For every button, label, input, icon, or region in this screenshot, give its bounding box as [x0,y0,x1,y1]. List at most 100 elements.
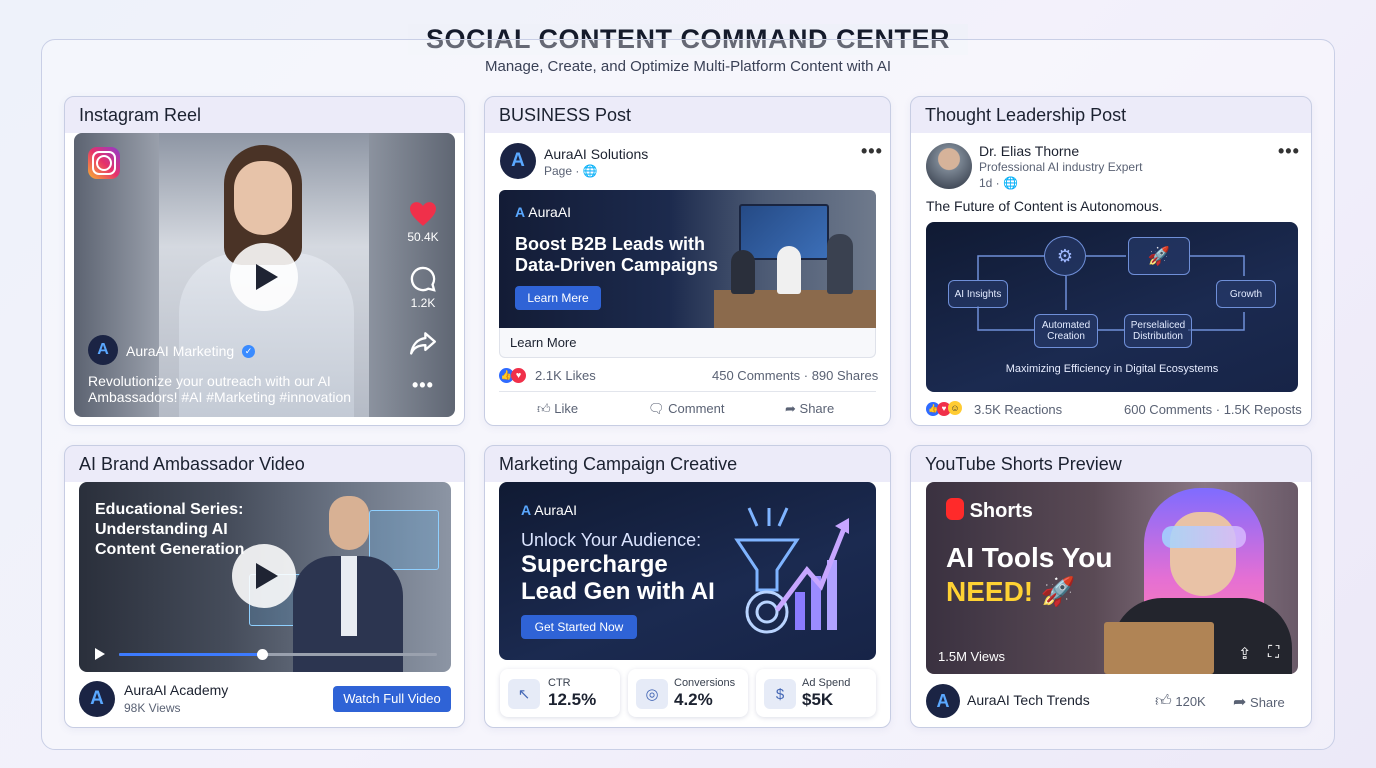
stat-label: CTR [548,677,571,689]
share-icon: ➦ [785,401,796,416]
stat-value: 4.2% [674,690,713,709]
workflow-diagram[interactable]: AI Insights ⚙ 🚀 Automated Creation Persel… [926,222,1298,392]
comment-icon: 🗨 [648,401,665,416]
presenter-face [329,496,369,550]
progress-fill [119,653,263,656]
ambassador-face [234,161,292,235]
presenter-shirt [341,556,357,636]
channel-name[interactable]: AuraAI Academy [124,682,228,698]
campaign-creative-card: Marketing Campaign Creative A AuraAI Unl… [484,445,891,728]
channel-name[interactable]: AuraAI Tech Trends [967,692,1090,708]
fullscreen-icon[interactable]: ⛶ [1268,644,1279,662]
page-meta: Page · 🌐 [544,164,598,178]
vr-glasses [1162,526,1246,548]
stat-ad-spend: $ Ad Spend $5K [756,669,876,717]
view-count: 98K Views [124,701,181,715]
globe-icon: 🌐 [1003,176,1018,190]
aura-logo-icon: A [515,204,526,220]
shorts-icon [946,498,964,520]
more-options-icon[interactable]: ••• [861,141,883,162]
like-button[interactable]: 50.4K [403,201,443,244]
cta-label[interactable]: Learn More [510,335,576,350]
card-title: BUSINESS Post [499,105,632,125]
view-count: 1.5M Views [938,649,1005,664]
verified-icon: ✓ [242,345,255,358]
share-button[interactable]: ➦ Share [1233,692,1285,712]
more-options-icon[interactable]: ••• [1278,141,1300,162]
channel-avatar[interactable]: A [926,684,960,718]
shorts-video[interactable]: Shorts AI Tools You NEED! 🚀 1.5M Views ⇪… [926,482,1298,674]
heart-icon [410,202,436,226]
reaction-icons: 👍 ♥ ☺ [926,401,962,416]
play-button[interactable] [230,243,298,311]
comment-button[interactable]: 1.2K [403,265,443,310]
divider [499,391,876,392]
stat-label: Conversions [674,677,736,689]
stat-ctr: ↖ CTR 12.5% [500,669,620,717]
page-name[interactable]: AuraAI Solutions [544,146,648,162]
card-title: Instagram Reel [79,105,202,125]
account-name[interactable]: AuraAI Marketing [126,343,234,359]
campaign-line2: Supercharge [521,551,668,578]
rocket-icon: 🚀 [1040,576,1076,607]
thumbs-up-outline-icon: 👍︎ [537,401,551,416]
account-avatar[interactable]: A [88,335,118,365]
diagram-caption: Maximizing Efficiency in Digital Ecosyst… [1005,363,1219,375]
share-button[interactable]: ➦ Share [785,401,834,417]
channel-avatar[interactable]: A [79,681,115,717]
play-control-icon[interactable] [95,648,105,660]
play-button[interactable] [232,544,296,608]
watch-full-video-button[interactable]: Watch Full Video [333,686,451,712]
video-player[interactable]: Educational Series: Understanding AI Con… [79,482,451,672]
page-avatar[interactable]: A [500,143,536,179]
author-avatar[interactable] [926,143,972,189]
brain-icon[interactable]: ⚙ [1044,236,1086,276]
play-icon [256,264,278,290]
cursor-click-icon: ↖ [508,679,540,709]
card-title: Marketing Campaign Creative [499,454,738,474]
distribution-node[interactable]: Perselaliced Distribution [1124,314,1192,348]
post-text: The Future of Content is Autonomous. [926,198,1163,214]
comment-button[interactable]: 🗨 Comment [648,401,725,417]
shorts-title-line2: NEED! 🚀 [946,576,1076,607]
cta-bar[interactable]: Learn More [499,328,876,358]
progress-track[interactable] [119,649,437,660]
like-button[interactable]: 👍︎ Like [537,401,578,417]
video-overlay-title: Educational Series: Understanding AI Con… [95,501,245,558]
play-icon [256,563,278,589]
rocket-icon[interactable]: 🚀 [1128,237,1190,275]
like-count: 2.1K Likes [535,368,596,383]
get-started-button[interactable]: Get Started Now [521,615,637,639]
campaign-line3: Lead Gen with AI [521,578,715,605]
share-icon[interactable] [408,331,438,362]
post-image[interactable]: A AuraAI Boost B2B Leads with Data-Drive… [499,190,876,328]
globe-icon: 🌐 [582,164,598,178]
person-figure [777,246,801,294]
like-count: 50.4K [407,230,439,244]
learn-more-image-button[interactable]: Learn Mere [515,286,601,310]
growth-node[interactable]: Growth [1216,280,1276,308]
automated-label: Automated Creation [1041,320,1091,342]
heart-icon: ♥ [511,368,526,383]
share-out-icon[interactable]: ⇪ [1238,644,1251,664]
distribution-label: Perselaliced Distribution [1130,320,1186,342]
reel-video[interactable]: 50.4K 1.2K A AuraAI Marketing ✓ Revoluti… [74,133,455,417]
instagram-reel-card: Instagram Reel 50.4K 1.2K A AuraAI Marke… [64,96,465,426]
like-button[interactable]: 👍︎ 120K [1155,692,1206,711]
shorts-logo: Shorts [946,498,1033,523]
stat-value: $5K [802,690,834,709]
aura-logo-icon: A [521,502,532,518]
more-options-icon[interactable]: ••• [412,375,434,396]
comments-shares: 450 Comments · 890 Shares [712,368,879,383]
shorts-title-line1: AI Tools You [946,542,1113,573]
author-name[interactable]: Dr. Elias Thorne [979,143,1079,159]
campaign-banner[interactable]: A AuraAI Unlock Your Audience: Superchar… [499,482,876,660]
ai-insights-node[interactable]: AI Insights [948,280,1008,308]
business-post-card: BUSINESS Post A AuraAI Solutions Page · … [484,96,891,426]
comments-reposts: 600 Comments · 1.5K Reposts [1124,402,1302,417]
progress-handle[interactable] [257,649,269,660]
brand-logo: A AuraAI [515,204,572,220]
automated-creation-node[interactable]: Automated Creation [1034,314,1098,348]
reel-caption: Revolutionize your outreach with our AI … [88,373,352,405]
reaction-count: 3.5K Reactions [974,402,1063,417]
